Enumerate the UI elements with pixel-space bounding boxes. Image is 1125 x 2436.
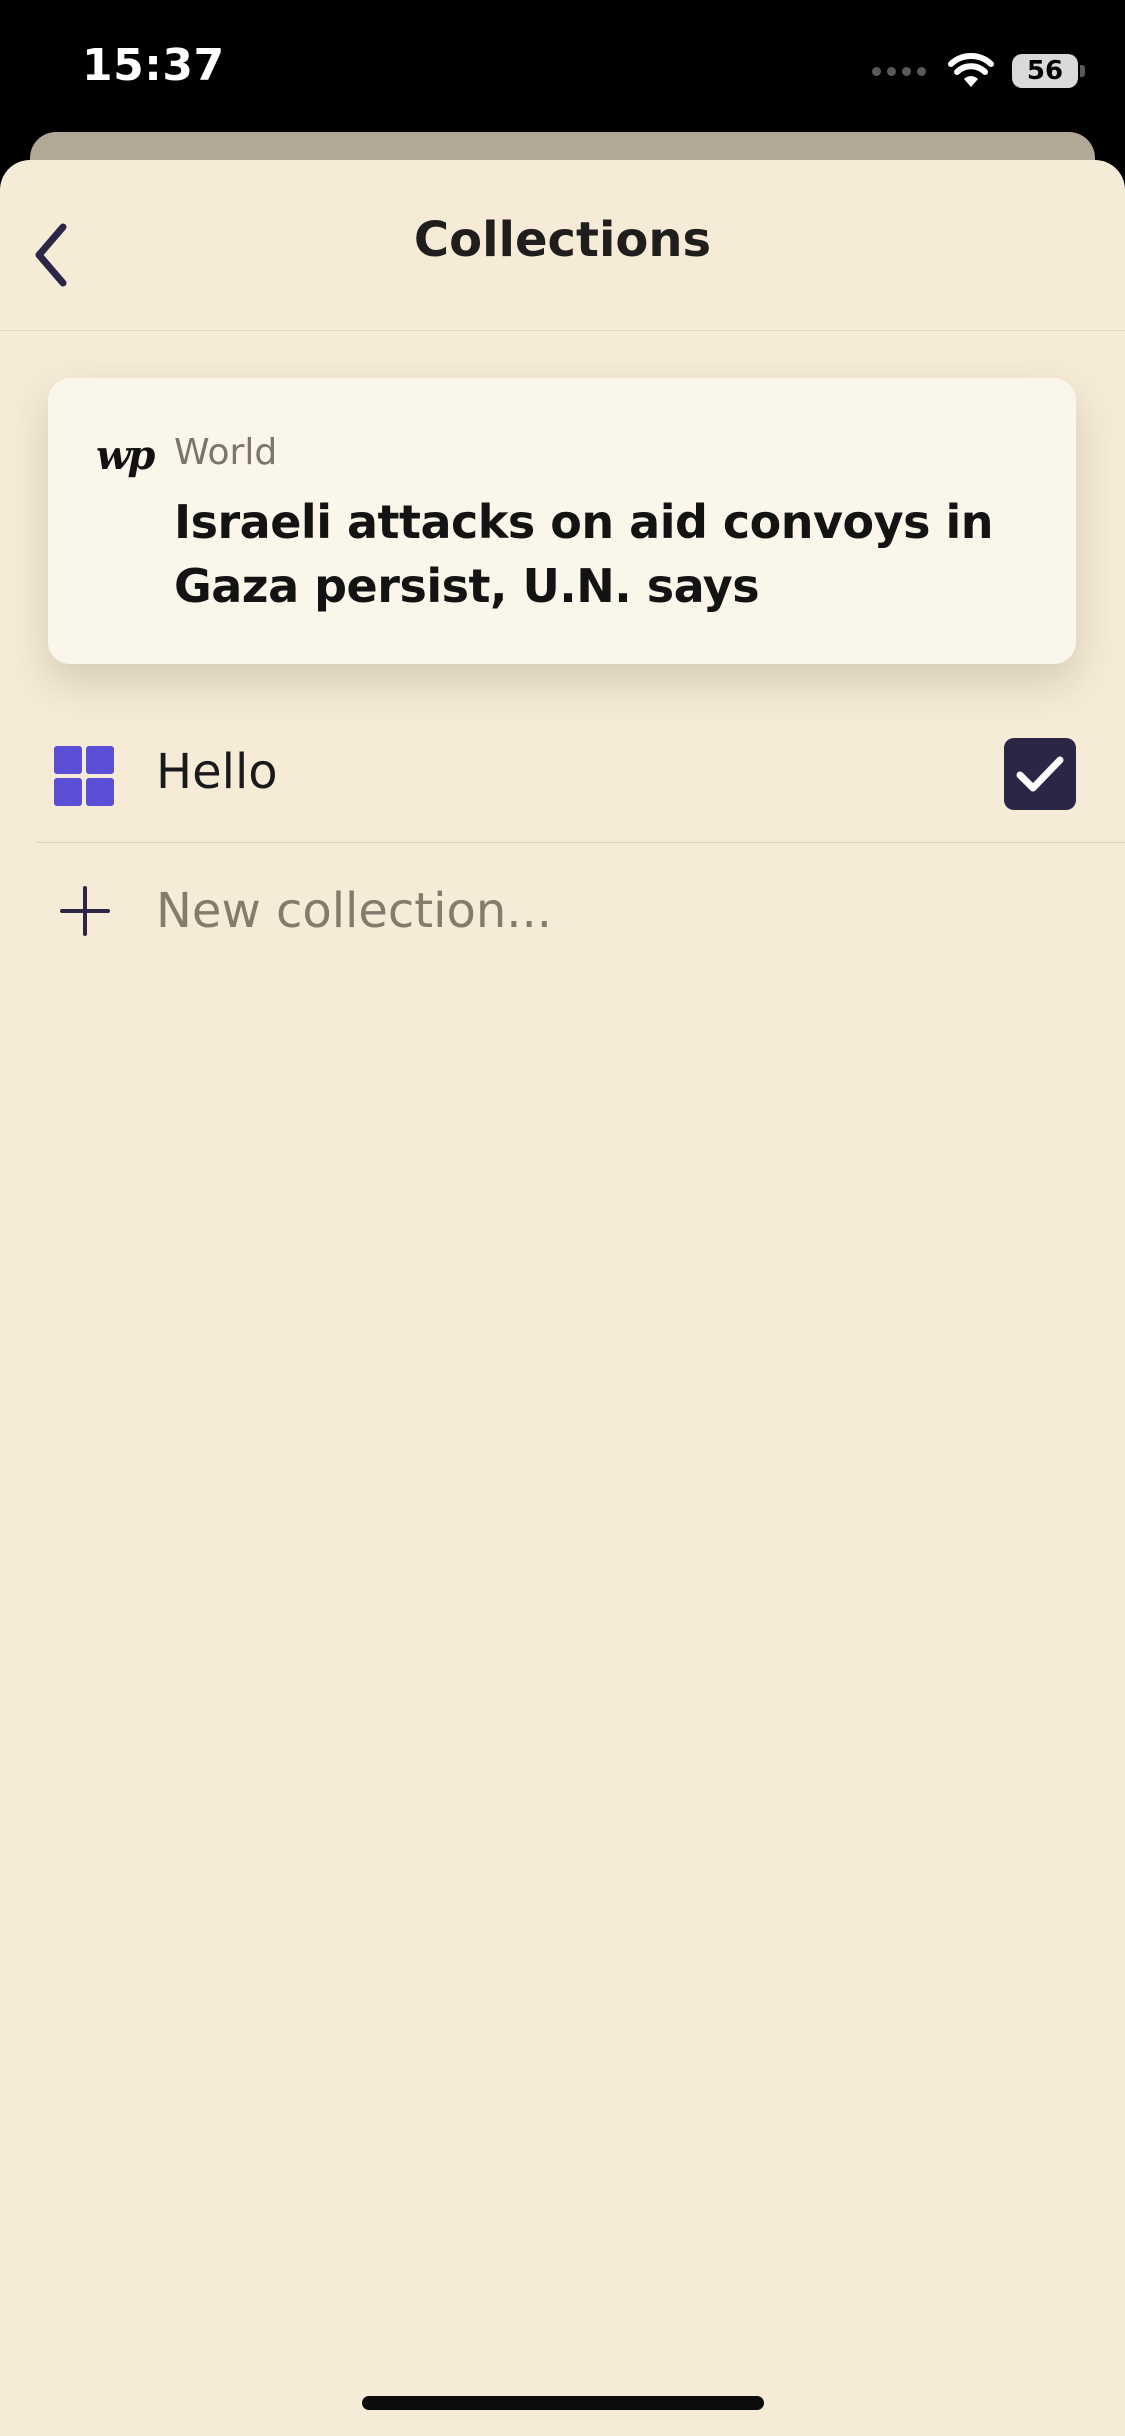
new-collection-input[interactable] <box>156 878 1056 944</box>
plus-icon[interactable] <box>60 886 110 936</box>
article-title: Israeli attacks on aid convoys in Gaza p… <box>174 495 994 613</box>
collection-item-hello[interactable]: Hello <box>36 706 1125 843</box>
checkmark-icon <box>1016 756 1064 792</box>
cellular-signal-icon <box>872 66 926 76</box>
grid-icon <box>54 746 114 806</box>
status-time: 15:37 <box>82 40 225 91</box>
status-bar: 15:37 56 <box>0 0 1125 134</box>
new-collection-row <box>36 844 1125 974</box>
collection-checkbox[interactable] <box>1004 738 1076 810</box>
wifi-icon <box>948 53 994 89</box>
article-card: wp World Israeli attacks on aid convoys … <box>48 378 1076 664</box>
page-title: Collections <box>413 212 712 268</box>
home-indicator <box>362 2396 764 2410</box>
washington-post-logo: wp <box>96 432 155 479</box>
status-indicators: 56 <box>872 46 1085 96</box>
battery-icon: 56 <box>1012 54 1085 88</box>
navigation-bar: Collections <box>0 160 1125 331</box>
collection-name: Hello <box>156 744 278 800</box>
collections-sheet: Collections wp World Israeli attacks on … <box>0 160 1125 2436</box>
battery-level: 56 <box>1012 54 1078 88</box>
article-section: World <box>174 432 278 473</box>
